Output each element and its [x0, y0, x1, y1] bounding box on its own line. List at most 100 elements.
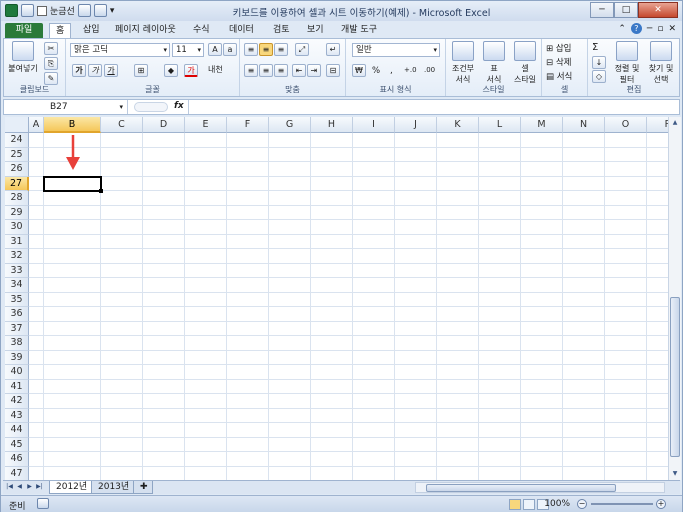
horizontal-scroll-thumb[interactable]: [426, 484, 616, 492]
copy-icon[interactable]: ⎘: [44, 57, 58, 70]
tab-formulas[interactable]: 수식: [187, 23, 216, 38]
paste-button[interactable]: 붙여넣기: [8, 41, 38, 74]
underline-button[interactable]: 가: [104, 64, 118, 77]
tab-data[interactable]: 데이터: [223, 23, 260, 38]
column-header-i[interactable]: I: [353, 117, 395, 133]
format-cells-button[interactable]: ▤ 서식: [546, 70, 572, 82]
next-sheet-icon[interactable]: ▶: [25, 482, 34, 492]
italic-button[interactable]: 가: [88, 64, 102, 77]
number-format-select[interactable]: 일반 ▾: [352, 43, 440, 57]
ribbon-minimize-icon[interactable]: ⌃: [618, 24, 626, 34]
align-center-icon[interactable]: ≡: [259, 64, 273, 77]
align-middle-icon[interactable]: ≡: [259, 43, 273, 56]
close-button[interactable]: ✕: [638, 2, 678, 18]
increase-decimal-button[interactable]: +.0: [404, 66, 417, 74]
sort-filter-button[interactable]: 정렬 및 필터: [610, 41, 644, 85]
orientation-icon[interactable]: ⤢: [295, 43, 309, 56]
scroll-down-icon[interactable]: ▼: [670, 469, 680, 479]
page-layout-view-icon[interactable]: [523, 499, 535, 510]
row-header-43[interactable]: 43: [5, 408, 29, 423]
insert-cells-button[interactable]: ⊞ 삽입: [546, 42, 571, 54]
macro-record-icon[interactable]: [37, 498, 49, 509]
font-name-select[interactable]: 맑은 고딕 ▾: [70, 43, 170, 57]
row-header-37[interactable]: 37: [5, 321, 29, 336]
name-box[interactable]: B27 ▾: [4, 100, 128, 114]
currency-icon[interactable]: ₩: [352, 64, 366, 77]
horizontal-scrollbar[interactable]: [415, 482, 665, 493]
column-header-a[interactable]: A: [29, 117, 44, 133]
row-header-40[interactable]: 40: [5, 365, 29, 380]
indent-decrease-icon[interactable]: ⇤: [292, 64, 306, 77]
decrease-decimal-button[interactable]: .00: [424, 66, 435, 74]
select-all-corner[interactable]: [5, 117, 29, 133]
bold-button[interactable]: 가: [72, 64, 86, 77]
column-header-c[interactable]: C: [101, 117, 143, 133]
phonetic-button[interactable]: 내천: [208, 64, 223, 75]
row-header-32[interactable]: 32: [5, 249, 29, 264]
row-header-41[interactable]: 41: [5, 379, 29, 394]
row-header-36[interactable]: 36: [5, 307, 29, 322]
column-header-h[interactable]: H: [311, 117, 353, 133]
cell-styles-button[interactable]: 셀 스타일: [509, 41, 541, 85]
merge-center-icon[interactable]: ⊟: [326, 64, 340, 77]
comma-button[interactable]: ,: [390, 66, 393, 76]
active-cell[interactable]: [43, 175, 102, 192]
percent-button[interactable]: %: [372, 66, 380, 76]
row-header-34[interactable]: 34: [5, 278, 29, 293]
sheet-tab-2012[interactable]: 2012년: [49, 481, 95, 494]
doc-minimize-icon[interactable]: ─: [647, 24, 652, 34]
column-header-f[interactable]: F: [227, 117, 269, 133]
last-sheet-icon[interactable]: ▶|: [35, 482, 44, 492]
fill-handle[interactable]: [99, 189, 103, 193]
autosum-button[interactable]: Σ: [592, 42, 598, 53]
zoom-slider[interactable]: [591, 503, 653, 505]
column-header-o[interactable]: O: [605, 117, 647, 133]
wrap-text-icon[interactable]: ↵: [326, 43, 340, 56]
column-header-l[interactable]: L: [479, 117, 521, 133]
row-header-27[interactable]: 27: [5, 176, 29, 191]
restore-button[interactable]: □: [614, 2, 638, 18]
conditional-format-button[interactable]: 조건부 서식: [448, 41, 478, 85]
sheet-tab-2013[interactable]: 2013년: [91, 481, 137, 494]
font-size-select[interactable]: 11 ▾: [172, 43, 204, 57]
column-header-k[interactable]: K: [437, 117, 479, 133]
help-icon[interactable]: ?: [630, 23, 642, 34]
column-header-j[interactable]: J: [395, 117, 437, 133]
font-shrink-icon[interactable]: a: [223, 43, 237, 56]
column-header-b[interactable]: B: [44, 117, 101, 133]
row-header-24[interactable]: 24: [5, 133, 29, 148]
row-header-31[interactable]: 31: [5, 234, 29, 249]
delete-cells-button[interactable]: ⊟ 삭제: [546, 56, 571, 68]
doc-close-icon[interactable]: ✕: [668, 24, 676, 34]
column-header-d[interactable]: D: [143, 117, 185, 133]
zoom-level[interactable]: 100%: [544, 499, 570, 509]
tab-home[interactable]: 홈: [49, 23, 72, 38]
row-header-38[interactable]: 38: [5, 336, 29, 351]
fill-icon[interactable]: ↓: [592, 56, 606, 69]
tab-page-layout[interactable]: 페이지 레이아웃: [109, 23, 182, 38]
first-sheet-icon[interactable]: |◀: [5, 482, 14, 492]
worksheet-grid[interactable]: A B C D E F G H I J K L M N O P 24 25 26 27 28 29 30 31 32 33 34 35…: [5, 117, 668, 480]
row-header-46[interactable]: 46: [5, 452, 29, 467]
row-header-35[interactable]: 35: [5, 292, 29, 307]
column-header-n[interactable]: N: [563, 117, 605, 133]
vertical-scrollbar[interactable]: ▲ ▼: [668, 117, 681, 480]
vertical-scroll-thumb[interactable]: [670, 297, 680, 457]
font-grow-icon[interactable]: A: [208, 43, 222, 56]
row-header-44[interactable]: 44: [5, 423, 29, 438]
new-sheet-icon[interactable]: ✚: [133, 481, 153, 494]
row-header-25[interactable]: 25: [5, 147, 29, 162]
tab-insert[interactable]: 삽입: [77, 23, 106, 38]
align-right-icon[interactable]: ≡: [274, 64, 288, 77]
row-header-39[interactable]: 39: [5, 350, 29, 365]
tab-developer[interactable]: 개발 도구: [335, 23, 383, 38]
indent-increase-icon[interactable]: ⇥: [307, 64, 321, 77]
tab-file[interactable]: 파일: [5, 23, 43, 38]
column-header-m[interactable]: M: [521, 117, 563, 133]
align-top-icon[interactable]: ≡: [244, 43, 258, 56]
row-header-33[interactable]: 33: [5, 263, 29, 278]
cut-icon[interactable]: ✂: [44, 42, 58, 55]
zoom-in-icon[interactable]: +: [656, 499, 666, 509]
formula-input[interactable]: [188, 100, 665, 114]
row-header-28[interactable]: 28: [5, 191, 29, 206]
